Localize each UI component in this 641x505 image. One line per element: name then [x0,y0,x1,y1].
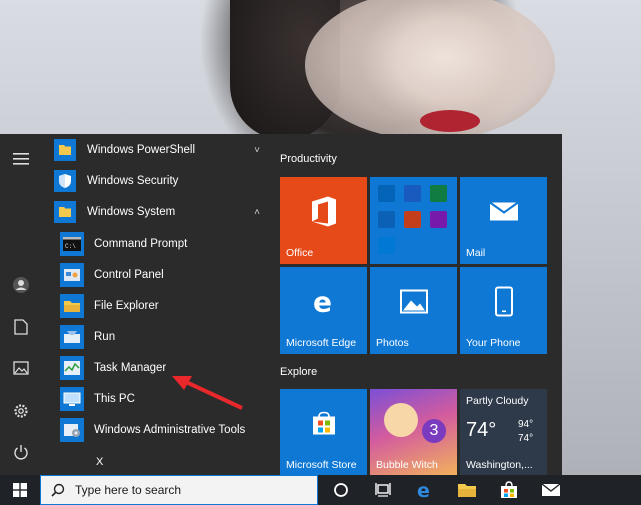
tile-office[interactable]: Office [280,177,367,264]
app-label: This PC [94,393,135,405]
pictures-icon[interactable] [6,353,36,383]
mail-icon [488,201,519,226]
photos-icon [399,289,428,318]
taskbar: Type here to search e [0,475,641,505]
weather-temp: 74° [466,419,497,441]
file-explorer-icon [59,293,85,319]
app-label: File Explorer [94,300,159,312]
onedrive-icon [378,211,395,228]
shield-icon [52,168,78,194]
chevron-down-icon[interactable]: ˅ [254,145,260,156]
documents-icon[interactable] [6,312,36,342]
group-title-productivity[interactable]: Productivity [280,153,337,165]
office-icon [310,195,338,232]
weather-low: 74° [518,433,534,444]
tile-mail[interactable]: Mail [460,177,547,264]
annotation-arrow [172,376,243,410]
cortana-icon[interactable] [320,475,362,505]
taskbar-search-box[interactable]: Type here to search [40,475,318,505]
tile-label: Your Phone [466,337,521,349]
start-rail [0,134,42,475]
command-prompt-icon: C:\ [59,231,85,257]
app-label: Run [94,331,116,343]
hamburger-menu-icon[interactable] [6,144,36,174]
tile-office-apps-folder[interactable] [370,177,457,264]
excel-icon [430,185,447,202]
tile-label: Mail [466,247,486,259]
tile-your-phone[interactable]: Your Phone [460,267,547,354]
app-run[interactable]: Run [59,322,268,352]
tile-weather[interactable]: Partly Cloudy 74° 94° 74° Washington,... [460,389,547,476]
app-control-panel[interactable]: Control Panel [59,260,268,290]
phone-icon [494,286,513,321]
this-pc-icon [59,386,85,412]
weather-location: Washington,... [466,459,533,471]
level-badge-icon: 3 [422,419,446,443]
app-label: Control Panel [94,269,164,281]
file-explorer-taskbar-icon[interactable] [446,475,488,505]
chevron-up-icon[interactable]: ˄ [254,207,260,218]
search-placeholder: Type here to search [75,483,182,497]
tile-label: Microsoft Store [286,459,357,471]
app-windows-administrative-tools[interactable]: Windows Administrative Tools [59,415,268,445]
task-manager-icon [59,355,85,381]
tile-photos[interactable]: Photos [370,267,457,354]
folder-icon [52,137,78,163]
app-file-explorer[interactable]: File Explorer [59,291,268,321]
wallpaper-lips [420,110,480,132]
app-label: Command Prompt [94,238,188,250]
app-list: Windows PowerShell ˅ Windows Security Wi… [42,134,268,475]
start-menu: Windows PowerShell ˅ Windows Security Wi… [0,134,562,476]
skype-icon [378,237,395,254]
group-title-explore[interactable]: Explore [280,366,317,378]
edge-icon: e [310,285,338,320]
app-command-prompt[interactable]: C:\ Command Prompt [59,229,268,259]
store-taskbar-icon[interactable] [488,475,530,505]
folder-icon [52,199,78,225]
app-windows-powershell[interactable]: Windows PowerShell ˅ [52,135,266,165]
tile-microsoft-store[interactable]: Microsoft Store [280,389,367,476]
control-panel-icon [59,262,85,288]
store-icon [311,410,337,441]
tile-label: Office [286,247,314,259]
word-icon [404,185,421,202]
settings-gear-icon[interactable] [6,396,36,426]
app-label: Windows Security [87,175,179,187]
search-icon [51,483,65,497]
alphabet-header-x[interactable]: X [96,456,103,468]
app-label: Windows Administrative Tools [94,424,246,436]
power-icon[interactable] [6,437,36,467]
tile-bubble-witch[interactable]: 3 Bubble Witch [370,389,457,476]
start-button[interactable] [0,475,40,505]
mail-taskbar-icon[interactable] [530,475,572,505]
run-icon [59,324,85,350]
edge-taskbar-icon[interactable]: e [404,475,446,505]
svg-text:e: e [313,287,332,315]
app-windows-security[interactable]: Windows Security [52,166,266,196]
task-view-icon[interactable] [362,475,404,505]
app-label: Task Manager [94,362,167,374]
tile-label: Photos [376,337,409,349]
app-label: Windows System [87,206,176,218]
witch-character-icon [384,403,418,437]
tile-label: Bubble Witch [376,459,438,471]
tiles-area: Productivity Office Mail e Microsoft Edg… [268,134,562,476]
weather-condition: Partly Cloudy [466,395,529,407]
app-windows-system[interactable]: Windows System ˄ [52,197,266,227]
onenote-icon [430,211,447,228]
powerpoint-icon [404,211,421,228]
windows-logo-icon [13,483,27,497]
svg-text:C:\: C:\ [65,243,76,250]
tile-label: Microsoft Edge [286,337,357,349]
svg-text:e: e [417,481,430,499]
user-avatar-icon[interactable] [6,270,36,300]
tile-microsoft-edge[interactable]: e Microsoft Edge [280,267,367,354]
admin-tools-icon [59,417,85,443]
weather-high: 94° [518,419,534,430]
app-label: Windows PowerShell [87,144,196,156]
outlook-icon [378,185,395,202]
